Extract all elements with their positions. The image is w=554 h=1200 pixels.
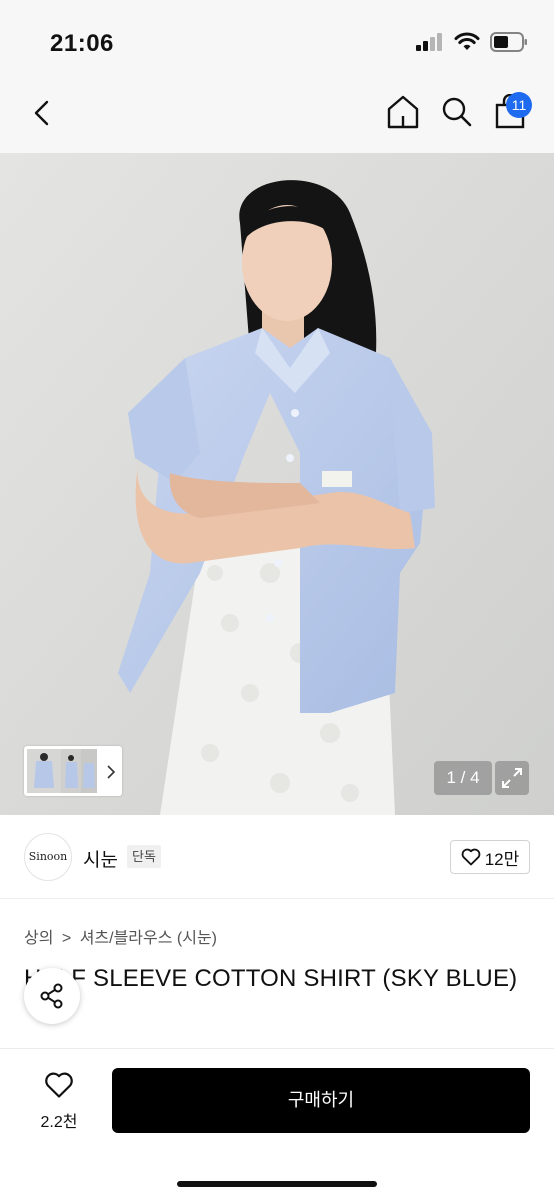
product-photo — [0, 153, 554, 815]
product-title: HALF SLEEVE COTTON SHIRT (SKY BLUE) — [24, 965, 518, 992]
wishlist-count: 2.2천 — [40, 1114, 78, 1131]
breadcrumb-category[interactable]: 상의 — [24, 930, 53, 947]
thumbnail-strip[interactable] — [24, 746, 122, 796]
brand-logo[interactable]: Sinoon — [24, 833, 72, 881]
expand-image-button[interactable] — [495, 761, 529, 795]
cellular-signal-icon — [416, 33, 442, 51]
heart-outline-icon — [461, 848, 481, 866]
home-indicator — [177, 1181, 377, 1187]
heart-outline-icon — [45, 1072, 73, 1098]
share-icon — [40, 983, 63, 1009]
brand-name[interactable]: 시눈 — [83, 845, 118, 872]
breadcrumb: 상의 > 셔츠/블라우스 (시눈) — [24, 924, 221, 948]
status-time: 21:06 — [50, 30, 114, 57]
expand-icon — [502, 768, 522, 788]
chevron-right-icon — [107, 765, 116, 779]
brand-row: Sinoon 시눈 단독 12만 — [0, 815, 554, 899]
search-icon[interactable] — [440, 94, 474, 130]
share-button[interactable] — [24, 968, 80, 1024]
bottom-purchase-bar: 2.2천 구매하기 — [0, 1048, 554, 1200]
brand-like-button[interactable]: 12만 — [450, 840, 530, 874]
home-icon[interactable] — [386, 94, 420, 130]
wifi-icon — [454, 32, 480, 50]
wishlist-button[interactable]: 2.2천 — [24, 1071, 94, 1135]
battery-icon — [490, 32, 527, 52]
brand-like-count: 12만 — [484, 849, 520, 869]
breadcrumb-separator: > — [61, 930, 72, 947]
cart-count-badge: 11 — [506, 92, 532, 118]
status-bar: 21:06 — [0, 0, 554, 88]
buy-button[interactable]: 구매하기 — [112, 1068, 530, 1133]
product-image[interactable] — [0, 153, 554, 815]
breadcrumb-subcategory[interactable]: 셔츠/블라우스 (시눈) — [80, 930, 217, 947]
chevron-left-icon[interactable] — [28, 98, 58, 128]
navigation-bar: 11 — [0, 88, 554, 153]
status-icons — [416, 32, 528, 52]
exclusive-badge: 단독 — [127, 845, 161, 868]
image-counter: 1 / 4 — [434, 761, 492, 795]
